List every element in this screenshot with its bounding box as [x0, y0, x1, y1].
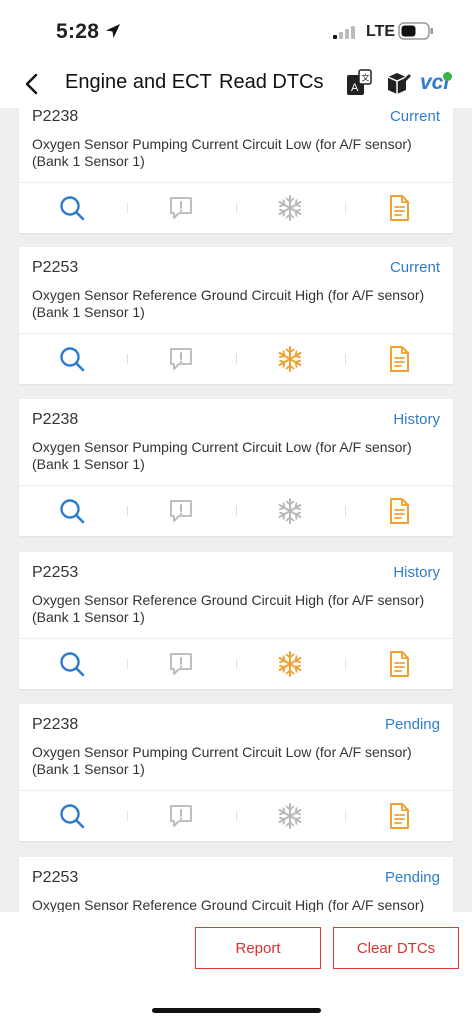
document-icon[interactable]: [384, 649, 414, 679]
translate-icon[interactable]: A 文: [344, 68, 374, 98]
document-icon[interactable]: [384, 496, 414, 526]
dtc-card[interactable]: P2253 History Oxygen Sensor Reference Grou…: [19, 552, 453, 689]
action-separator: [236, 354, 237, 364]
navigation-bar: Engine and ECT Read DTCs A 文 VCI: [0, 62, 472, 108]
dtc-description: Oxygen Sensor Reference Ground Circuit H…: [32, 897, 425, 912]
dtc-code: P2253: [32, 564, 79, 581]
action-separator: [236, 506, 237, 516]
snowflake-icon[interactable]: [275, 344, 305, 374]
network-type: LTE: [366, 23, 396, 40]
dtc-card[interactable]: P2238 Current Oxygen Sensor Pumping Curren…: [19, 108, 453, 233]
feedback-box-icon[interactable]: [383, 68, 413, 98]
comment-alert-icon[interactable]: [166, 496, 196, 526]
card-divider: [19, 333, 453, 334]
dtc-status: Pending: [384, 869, 440, 886]
battery-icon: [398, 22, 433, 40]
comment-alert-icon[interactable]: [166, 649, 196, 679]
svg-text:文: 文: [362, 73, 370, 83]
report-button[interactable]: Report: [195, 927, 321, 969]
dtc-description: Oxygen Sensor Reference Ground Circuit H…: [32, 592, 425, 625]
action-separator: [345, 811, 346, 821]
bottom-action-bar: Report Clear DTCs: [0, 912, 472, 1023]
dtc-code: P2238: [32, 411, 79, 428]
document-icon[interactable]: [384, 344, 414, 374]
page-title: Engine and ECT: [65, 71, 212, 93]
home-indicator[interactable]: [152, 1008, 321, 1013]
action-separator: [127, 354, 128, 364]
dtc-code: P2253: [32, 259, 79, 276]
action-separator: [236, 203, 237, 213]
snowflake-icon[interactable]: [275, 649, 305, 679]
action-separator: [345, 506, 346, 516]
comment-alert-icon[interactable]: [166, 193, 196, 223]
dtc-status: Current: [389, 259, 440, 276]
dtc-description: Oxygen Sensor Pumping Current Circuit Lo…: [32, 744, 412, 777]
document-icon[interactable]: [384, 801, 414, 831]
search-icon[interactable]: [57, 649, 87, 679]
dtc-card[interactable]: P2238 History Oxygen Sensor Pumping Curren…: [19, 399, 453, 536]
card-divider: [19, 182, 453, 183]
action-separator: [127, 506, 128, 516]
dtc-description: Oxygen Sensor Reference Ground Circuit H…: [32, 287, 425, 320]
svg-text:A: A: [351, 82, 359, 94]
search-icon[interactable]: [57, 193, 87, 223]
status-time: 5:28: [56, 20, 100, 43]
dtc-card[interactable]: P2238 Pending Oxygen Sensor Pumping Curren…: [19, 704, 453, 841]
location-arrow-icon: [106, 24, 120, 38]
comment-alert-icon[interactable]: [166, 801, 196, 831]
dtc-code: P2238: [32, 716, 79, 733]
clear-dtcs-button[interactable]: Clear DTCs: [333, 927, 459, 969]
page-subtitle: Read DTCs: [219, 71, 324, 93]
search-icon[interactable]: [57, 496, 87, 526]
action-separator: [345, 354, 346, 364]
comment-alert-icon[interactable]: [166, 344, 196, 374]
action-separator: [345, 659, 346, 669]
dtc-card[interactable]: P2253 Current Oxygen Sensor Reference Grou…: [19, 247, 453, 384]
card-divider: [19, 790, 453, 791]
dtc-card[interactable]: P2253 Pending Oxygen Sensor Reference Grou…: [19, 857, 453, 912]
action-separator: [127, 203, 128, 213]
snowflake-icon[interactable]: [275, 496, 305, 526]
dtc-status: History: [393, 411, 440, 428]
status-bar: 5:28 LTE: [0, 0, 472, 62]
dtc-status: Current: [389, 108, 440, 125]
card-divider: [19, 638, 453, 639]
dtc-status: History: [393, 564, 440, 581]
dtc-list[interactable]: P2238 Current Oxygen Sensor Pumping Curren…: [0, 108, 472, 912]
vci-status-dot: [443, 72, 452, 81]
dtc-description: Oxygen Sensor Pumping Current Circuit Lo…: [32, 439, 412, 472]
search-icon[interactable]: [57, 344, 87, 374]
action-separator: [236, 811, 237, 821]
dtc-code: P2253: [32, 869, 79, 886]
dtc-description: Oxygen Sensor Pumping Current Circuit Lo…: [32, 136, 412, 169]
action-separator: [127, 659, 128, 669]
snowflake-icon[interactable]: [275, 801, 305, 831]
cellular-signal-icon: [333, 26, 355, 39]
dtc-status: Pending: [384, 716, 440, 733]
search-icon[interactable]: [57, 801, 87, 831]
back-chevron-icon[interactable]: [22, 72, 42, 96]
card-divider: [19, 485, 453, 486]
action-separator: [127, 811, 128, 821]
snowflake-icon[interactable]: [275, 193, 305, 223]
action-separator: [345, 203, 346, 213]
document-icon[interactable]: [384, 193, 414, 223]
action-separator: [236, 659, 237, 669]
dtc-code: P2238: [32, 108, 79, 125]
